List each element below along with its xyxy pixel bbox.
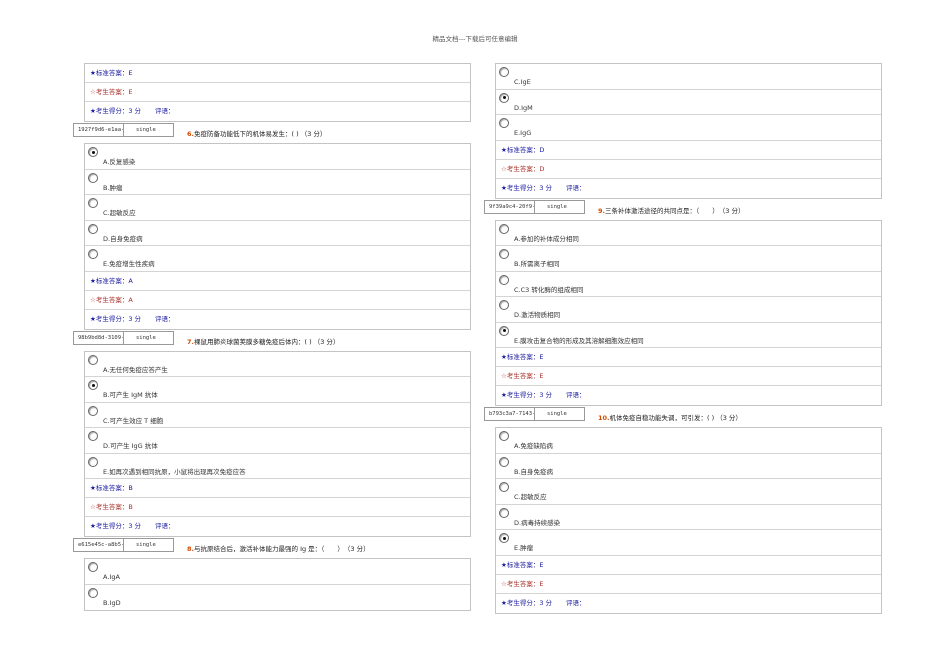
question-title-8: 8.与抗原结合后，激活补体能力最强的 Ig 是：（ ） （3 分） [187,545,370,553]
student-answer: ☆考生答案：A [85,291,470,310]
radio-icon[interactable] [88,198,98,208]
question-title-6: 6.免疫防备功能低下的机体易发生：( ) （3 分） [187,130,327,138]
option-c[interactable]: C.IgE [496,64,881,90]
option-b[interactable]: B.所需离子相同 [496,246,881,272]
radio-icon[interactable] [88,587,98,598]
radio-icon[interactable] [499,223,509,234]
student-score: ★考生得分：3 分评语： [501,183,586,192]
page-header: 精品文档---下载后可任意编辑 [432,35,518,43]
radio-checked-icon[interactable] [499,92,509,103]
option-a[interactable]: A.IgA [85,559,470,585]
question-header-7: 98b9bd8d-3109- single 7.裸鼠用肺炎球菌荚膜多糖免疫后体内：… [73,330,471,351]
radio-icon[interactable] [499,431,509,441]
option-b[interactable]: B.可产生 IgM 抗体 [85,377,470,403]
radio-icon[interactable] [499,507,509,518]
question-id-field[interactable]: 9f39a9c4-20f9- single [484,199,585,214]
question-header-6: 1927f9d6-e1aa-single 6.免疫防备功能低下的机体易发生：( … [73,122,471,143]
option-d[interactable]: D.IgM [496,90,881,115]
question-7-options: A.无任何免疫应答产生 B.可产生 IgM 抗体 C.可产生效应 T 细胞 D.… [84,350,471,537]
option-c[interactable]: C.超敏反应 [85,195,470,221]
score-text: ★考生得分：3 分 [90,107,142,115]
radio-icon[interactable] [88,223,98,234]
radio-icon[interactable] [499,274,509,285]
standard-answer: ★标准答案：D [496,141,881,160]
option-d[interactable]: D.激活物质相同 [496,297,881,323]
question-10-options: A.免疫缺陷病 B.自身免疫病 C.超敏反应 D.病毒持续感染 E.肿瘤 ★标准… [495,427,882,614]
question-id-field[interactable]: 98b9bd8d-3109- single [73,330,174,345]
option-b[interactable]: B.肿瘤 [85,170,470,195]
radio-icon[interactable] [499,300,509,310]
question-title-10: 10.机体免疫自稳功能失调，可引发：( ) （3 分） [598,414,742,422]
radio-icon[interactable] [499,118,509,128]
student-answer: ☆考生答案：E [85,83,470,102]
question-6-options: A.反复感染 B.肿瘤 C.超敏反应 D.自身免疫病 E.免疫增生性疾病 ★标准… [84,143,471,330]
option-c[interactable]: C.可产生效应 T 细胞 [85,403,470,428]
radio-checked-icon[interactable] [88,380,98,390]
radio-icon[interactable] [88,249,98,259]
radio-checked-icon[interactable] [499,325,509,336]
student-answer: ☆考生答案：E [496,367,881,386]
standard-answer: ★标准答案：E [496,556,881,575]
question-9-options: A.参加的补体成分相同 B.所需离子相同 C.C3 转化酶的组成相同 D.激活物… [495,219,882,406]
radio-icon[interactable] [88,431,98,441]
radio-icon[interactable] [499,482,509,492]
question-id-field[interactable]: 1927f9d6-e1aa-single [73,123,174,137]
radio-checked-icon[interactable] [88,147,98,157]
radio-icon[interactable] [88,354,98,365]
option-c[interactable]: C.C3 转化酶的组成相同 [496,272,881,297]
student-answer: ☆考生答案：E [496,575,881,594]
option-d[interactable]: D.病毒持续感染 [496,505,881,530]
radio-icon[interactable] [88,405,98,416]
result-box-q5: ★标准答案：E ☆考生答案：E ★考生得分：3 分 评语： [84,63,471,122]
question-8-options-continued: C.IgE D.IgM E.IgG ★标准答案：D ☆考生答案：D ★考生得分：… [495,63,882,199]
radio-icon[interactable] [499,249,509,259]
option-a[interactable]: A.参加的补体成分相同 [496,221,881,246]
question-id-field[interactable]: e615e45c-a8b5- single [73,538,174,552]
option-d[interactable]: D.自身免疫病 [85,221,470,246]
option-e[interactable]: E.IgG [496,115,881,141]
question-header-8: e615e45c-a8b5- single 8.与抗原结合后，激活补体能力最强的 … [73,537,471,558]
option-b[interactable]: B.IgD [85,585,470,611]
option-e[interactable]: E.免疫增生性疾病 [85,246,470,272]
comment-label: 评语： [155,107,175,115]
option-c[interactable]: C.超敏反应 [496,479,881,505]
question-id-field[interactable]: b793c3a7-7143- single [484,407,585,421]
standard-answer: ★标准答案：E [496,348,881,367]
option-d[interactable]: D.可产生 IgG 抗体 [85,428,470,454]
option-a[interactable]: A.无任何免疫应答产生 [85,352,470,377]
radio-checked-icon[interactable] [499,533,509,543]
student-answer: ☆考生答案：B [85,498,470,517]
standard-answer: ★标准答案：B [85,479,470,498]
radio-icon[interactable] [88,562,98,572]
option-b[interactable]: B.自身免疫病 [496,454,881,479]
right-column: C.IgE D.IgM E.IgG ★标准答案：D ☆考生答案：D ★考生得分：… [484,63,882,614]
option-e[interactable]: E.膜攻击复合物的形成及其溶解细胞效应相同 [496,323,881,348]
standard-answer: ★标准答案：E [85,64,470,83]
question-header-9: 9f39a9c4-20f9- single 9.三条补体激活途径的共同点是：（ ）… [484,199,882,220]
radio-icon[interactable] [88,172,98,183]
student-score: ★考生得分：3 分评语： [501,391,586,399]
question-header-10: b793c3a7-7143- single 10.机体免疫自稳功能失调，可引发：(… [484,406,882,427]
option-a[interactable]: A.反复感染 [85,144,470,170]
option-a[interactable]: A.免疫缺陷病 [496,428,881,454]
option-e[interactable]: E.肿瘤 [496,530,881,556]
student-score: ★考生得分：3 分评语： [501,598,586,607]
question-8-options: A.IgA B.IgD [84,558,471,611]
option-e[interactable]: E.如再次遇到相同抗原，小鼠将出现再次免疫应答 [85,454,470,479]
radio-icon[interactable] [499,456,509,467]
standard-answer: ★标准答案：A [85,272,470,291]
radio-icon[interactable] [88,456,98,467]
left-column: ★标准答案：E ☆考生答案：E ★考生得分：3 分 评语： 1927f9d6-e1… [73,63,471,611]
student-score: ★考生得分：3 分评语： [90,314,175,323]
question-title-7: 7.裸鼠用肺炎球菌荚膜多糖免疫后体内：( ) （3 分） [187,337,340,346]
student-score: ★考生得分：3 分评语： [90,522,175,530]
radio-icon[interactable] [499,67,509,77]
question-title-9: 9.三条补体激活途径的共同点是：（ ） （3 分） [598,206,745,215]
student-score: ★考生得分：3 分 评语： [85,102,470,121]
student-answer: ☆考生答案：D [496,160,881,179]
